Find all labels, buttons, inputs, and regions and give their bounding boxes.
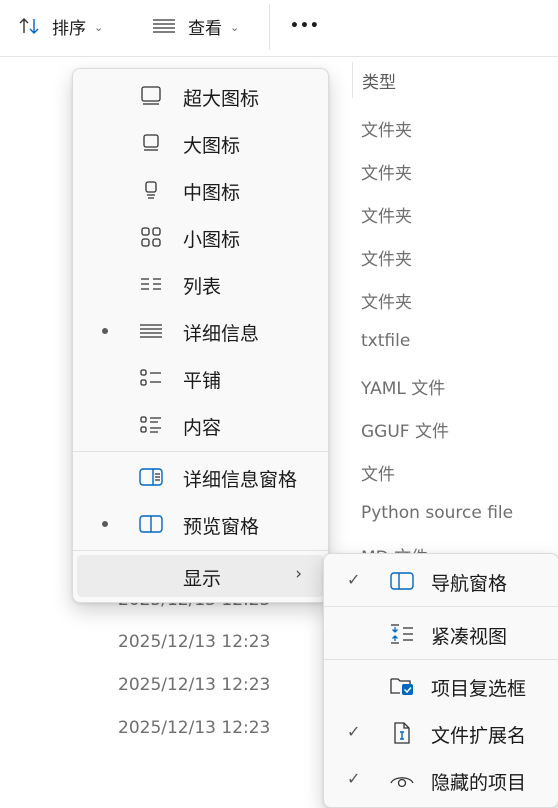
menu-item-label: 预览窗格 [183,516,260,538]
menu-divider [324,659,558,660]
type-cell: 文件夹 [361,121,412,141]
type-cell: txtfile [361,331,411,351]
more-icon: ••• [290,18,320,34]
checkmark-icon: ✓ [347,570,361,589]
menu-item-label: 详细信息 [183,323,260,345]
type-cell: GGUF 文件 [361,422,449,442]
menu-divider [324,606,558,607]
view-label: 查看 [188,18,222,39]
large-icons-icon [139,133,163,153]
toolbar-divider [269,4,270,50]
date-cell: 2025/12/13 12:23 [118,675,271,695]
menu-item-details-pane[interactable]: 详细信息窗格 [77,456,324,498]
submenu-item-label: 隐藏的项目 [431,772,527,794]
view-button[interactable]: 查看 ⌄ [152,10,239,42]
menu-item-extra-large-icons[interactable]: 超大图标 [77,75,324,117]
type-cell: Python source file [361,503,514,523]
type-cell: 文件 [361,465,395,485]
menu-item-label: 列表 [183,276,222,298]
submenu-item-navigation-pane[interactable]: ✓ 导航窗格 [328,560,554,602]
type-cell: 文件夹 [361,293,412,313]
menu-item-small-icons[interactable]: 小图标 [77,216,324,258]
list-icon [139,274,163,294]
hidden-items-icon [389,769,415,791]
type-column-label: 类型 [362,73,396,93]
menu-item-label: 显示 [183,568,222,590]
submenu-item-item-checkboxes[interactable]: 项目复选框 [328,665,554,707]
menu-item-label: 详细信息窗格 [183,469,298,491]
type-column-header[interactable]: 类型 [352,62,558,98]
medium-icons-icon [139,180,163,200]
view-lines-icon [152,17,176,35]
date-cell: 2025/12/13 12:23 [118,718,271,738]
menu-item-show[interactable]: 显示 › [77,555,324,597]
menu-item-medium-icons[interactable]: 中图标 [77,169,324,211]
menu-item-label: 大图标 [183,135,241,157]
preview-pane-icon [139,514,163,534]
content-icon [139,415,163,435]
menu-item-label: 中图标 [183,182,241,204]
sort-button[interactable]: 排序 ⌄ [18,10,103,42]
date-cell: 2025/12/13 12:23 [118,632,271,652]
command-bar: 排序 ⌄ 查看 ⌄ ••• [0,0,558,57]
submenu-item-hidden-items[interactable]: ✓ 隐藏的项目 [328,759,554,801]
submenu-item-label: 文件扩展名 [431,725,527,747]
show-submenu: ✓ 导航窗格 紧凑视图 项目复选框 ✓ 文件扩展名 ✓ 隐藏的项目 [323,553,558,808]
sort-icon [18,16,42,36]
navigation-pane-icon [389,570,415,592]
menu-divider [73,550,328,551]
menu-item-label: 平铺 [183,370,222,392]
submenu-item-compact-view[interactable]: 紧凑视图 [328,613,554,655]
chevron-right-icon: › [295,564,302,584]
menu-item-large-icons[interactable]: 大图标 [77,122,324,164]
more-options-button[interactable]: ••• [290,10,320,42]
tiles-icon [139,368,163,388]
menu-divider [73,451,328,452]
small-icons-icon [139,227,163,247]
compact-view-icon [389,623,415,645]
type-cell: YAML 文件 [361,379,446,399]
submenu-item-label: 项目复选框 [431,678,527,700]
type-cell: 文件夹 [361,207,412,227]
selected-bullet-icon [102,328,108,334]
sort-label: 排序 [52,18,86,39]
details-icon [139,321,163,341]
menu-item-tiles[interactable]: 平铺 [77,357,324,399]
checkmark-icon: ✓ [347,769,361,788]
checkmark-icon: ✓ [347,722,361,741]
chevron-down-icon: ⌄ [230,20,240,34]
type-cell: 文件夹 [361,250,412,270]
type-cell: 文件夹 [361,164,412,184]
details-pane-icon [139,467,163,487]
submenu-item-label: 导航窗格 [431,573,508,595]
view-menu: 超大图标 大图标 中图标 小图标 列表 详细信息 平铺 内容 详细信息窗格 预览… [72,68,329,603]
submenu-item-file-extensions[interactable]: ✓ 文件扩展名 [328,712,554,754]
menu-item-details[interactable]: 详细信息 [77,310,324,352]
menu-item-list[interactable]: 列表 [77,263,324,305]
menu-item-label: 内容 [183,417,222,439]
extra-large-icons-icon [139,86,163,106]
item-checkbox-icon [389,675,415,697]
file-extension-icon [389,722,415,744]
chevron-down-icon: ⌄ [94,20,104,34]
menu-item-label: 小图标 [183,229,241,251]
selected-bullet-icon [102,521,108,527]
menu-item-label: 超大图标 [183,88,260,110]
submenu-item-label: 紧凑视图 [431,626,508,648]
menu-item-preview-pane[interactable]: 预览窗格 [77,503,324,545]
menu-item-content[interactable]: 内容 [77,404,324,446]
